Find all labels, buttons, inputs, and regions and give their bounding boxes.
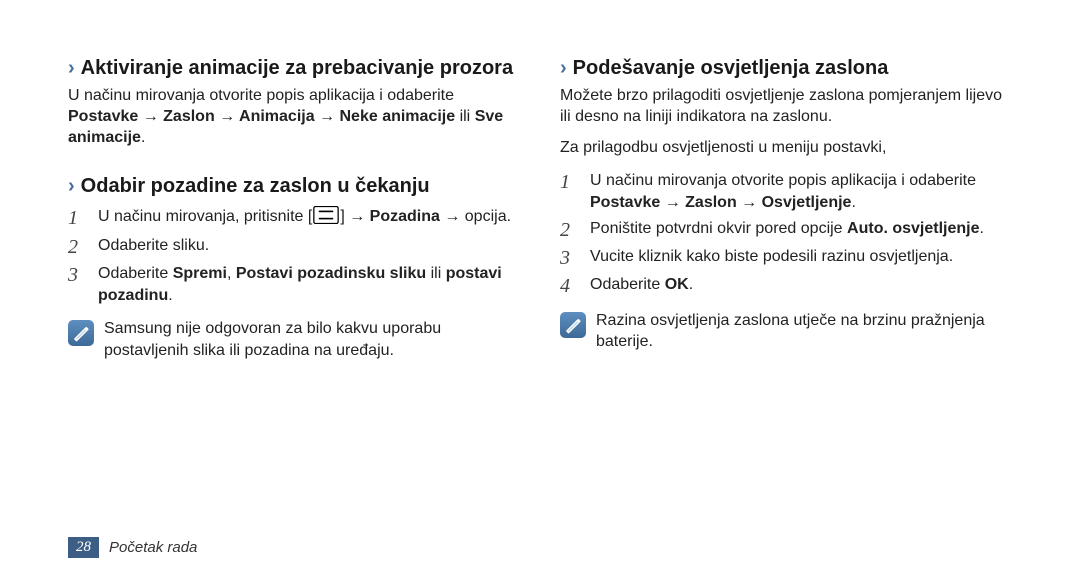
bold-text: OK <box>665 276 689 293</box>
bold-text: Pozadina <box>370 208 440 225</box>
heading-animation: › Aktiviranje animacije za prebacivanje … <box>68 56 520 80</box>
step-text: Poništite potvrdni okvir pored opcije Au… <box>590 218 1012 242</box>
bold-text: Postavke → Zaslon → Osvjetljenje <box>590 194 851 211</box>
bold-text: Postavi pozadinsku sliku <box>236 265 426 282</box>
note-icon <box>560 312 586 338</box>
text: . <box>141 129 145 146</box>
brightness-para-2: Za prilagodbu osvjetljenosti u meniju po… <box>560 138 1012 159</box>
text: . <box>851 194 855 211</box>
text: Odaberite <box>590 276 665 293</box>
chevron-icon: › <box>68 56 75 80</box>
text: , <box>227 265 236 282</box>
text: Odaberite <box>98 265 173 282</box>
footer: 28 Početak rada <box>68 537 197 558</box>
step-4: 4 Odaberite OK. <box>560 272 1012 300</box>
page-number: 28 <box>68 537 99 558</box>
brightness-steps: 1 U načinu mirovanja otvorite popis apli… <box>560 168 1012 299</box>
text: U načinu mirovanja otvorite popis aplika… <box>68 87 454 104</box>
step-3: 3 Odaberite Spremi, Postavi pozadinsku s… <box>68 261 520 308</box>
step-text: U načinu mirovanja, pritisnite [ ] → Poza… <box>98 206 520 231</box>
chevron-icon: › <box>560 56 567 80</box>
note-text: Samsung nije odgovoran za bilo kakvu upo… <box>104 318 520 361</box>
step-text: U načinu mirovanja otvorite popis aplika… <box>590 170 1012 213</box>
step-2: 2 Odaberite sliku. <box>68 233 520 261</box>
step-1: 1 U načinu mirovanja otvorite popis apli… <box>560 168 1012 215</box>
step-3: 3 Vucite kliznik kako biste podesili raz… <box>560 244 1012 272</box>
step-text: Odaberite OK. <box>590 274 1012 298</box>
step-1: 1 U načinu mirovanja, pritisnite [ ] → Po… <box>68 204 520 233</box>
columns: › Aktiviranje animacije za prebacivanje … <box>68 56 1012 556</box>
note-text: Razina osvjetljenja zaslona utječe na br… <box>596 310 1012 353</box>
note-icon <box>68 320 94 346</box>
text: ili <box>455 108 475 125</box>
text: . <box>168 287 172 304</box>
step-text: Odaberite sliku. <box>98 235 520 259</box>
text: Poništite potvrdni okvir pored opcije <box>590 220 847 237</box>
text: U načinu mirovanja otvorite popis aplika… <box>590 172 976 189</box>
text: ] → <box>340 208 369 225</box>
bold-text: Spremi <box>173 265 227 282</box>
heading-wallpaper: › Odabir pozadine za zaslon u čekanju <box>68 174 520 198</box>
animation-para: U načinu mirovanja otvorite popis aplika… <box>68 86 520 148</box>
step-text: Vucite kliznik kako biste podesili razin… <box>590 246 1012 270</box>
step-number: 1 <box>560 170 580 213</box>
step-number: 1 <box>68 206 88 231</box>
text: . <box>689 276 693 293</box>
path-text: Postavke → Zaslon → Animacija → Neke ani… <box>68 108 455 125</box>
left-column: › Aktiviranje animacije za prebacivanje … <box>68 56 520 556</box>
wallpaper-steps: 1 U načinu mirovanja, pritisnite [ ] → Po… <box>68 204 520 308</box>
text: ili <box>426 265 446 282</box>
brightness-para-1: Možete brzo prilagoditi osvjetljenje zas… <box>560 86 1012 128</box>
step-text: Odaberite Spremi, Postavi pozadinsku sli… <box>98 263 520 306</box>
heading-wallpaper-text: Odabir pozadine za zaslon u čekanju <box>81 174 520 198</box>
text: → opcija. <box>440 208 511 225</box>
step-2: 2 Poništite potvrdni okvir pored opcije … <box>560 216 1012 244</box>
chevron-icon: › <box>68 174 75 198</box>
menu-key-icon <box>312 206 340 231</box>
heading-brightness: › Podešavanje osvjetljenja zaslona <box>560 56 1012 80</box>
step-number: 3 <box>68 263 88 306</box>
heading-animation-text: Aktiviranje animacije za prebacivanje pr… <box>81 56 520 80</box>
step-number: 2 <box>68 235 88 259</box>
step-number: 3 <box>560 246 580 270</box>
right-column: › Podešavanje osvjetljenja zaslona Možet… <box>560 56 1012 556</box>
text: . <box>980 220 984 237</box>
step-number: 2 <box>560 218 580 242</box>
text: U načinu mirovanja, pritisnite [ <box>98 208 312 225</box>
heading-brightness-text: Podešavanje osvjetljenja zaslona <box>573 56 1012 80</box>
note-wallpaper: Samsung nije odgovoran za bilo kakvu upo… <box>68 318 520 361</box>
step-number: 4 <box>560 274 580 298</box>
bold-text: Auto. osvjetljenje <box>847 220 979 237</box>
note-brightness: Razina osvjetljenja zaslona utječe na br… <box>560 310 1012 353</box>
page: › Aktiviranje animacije za prebacivanje … <box>0 0 1080 586</box>
footer-label: Početak rada <box>109 539 197 556</box>
